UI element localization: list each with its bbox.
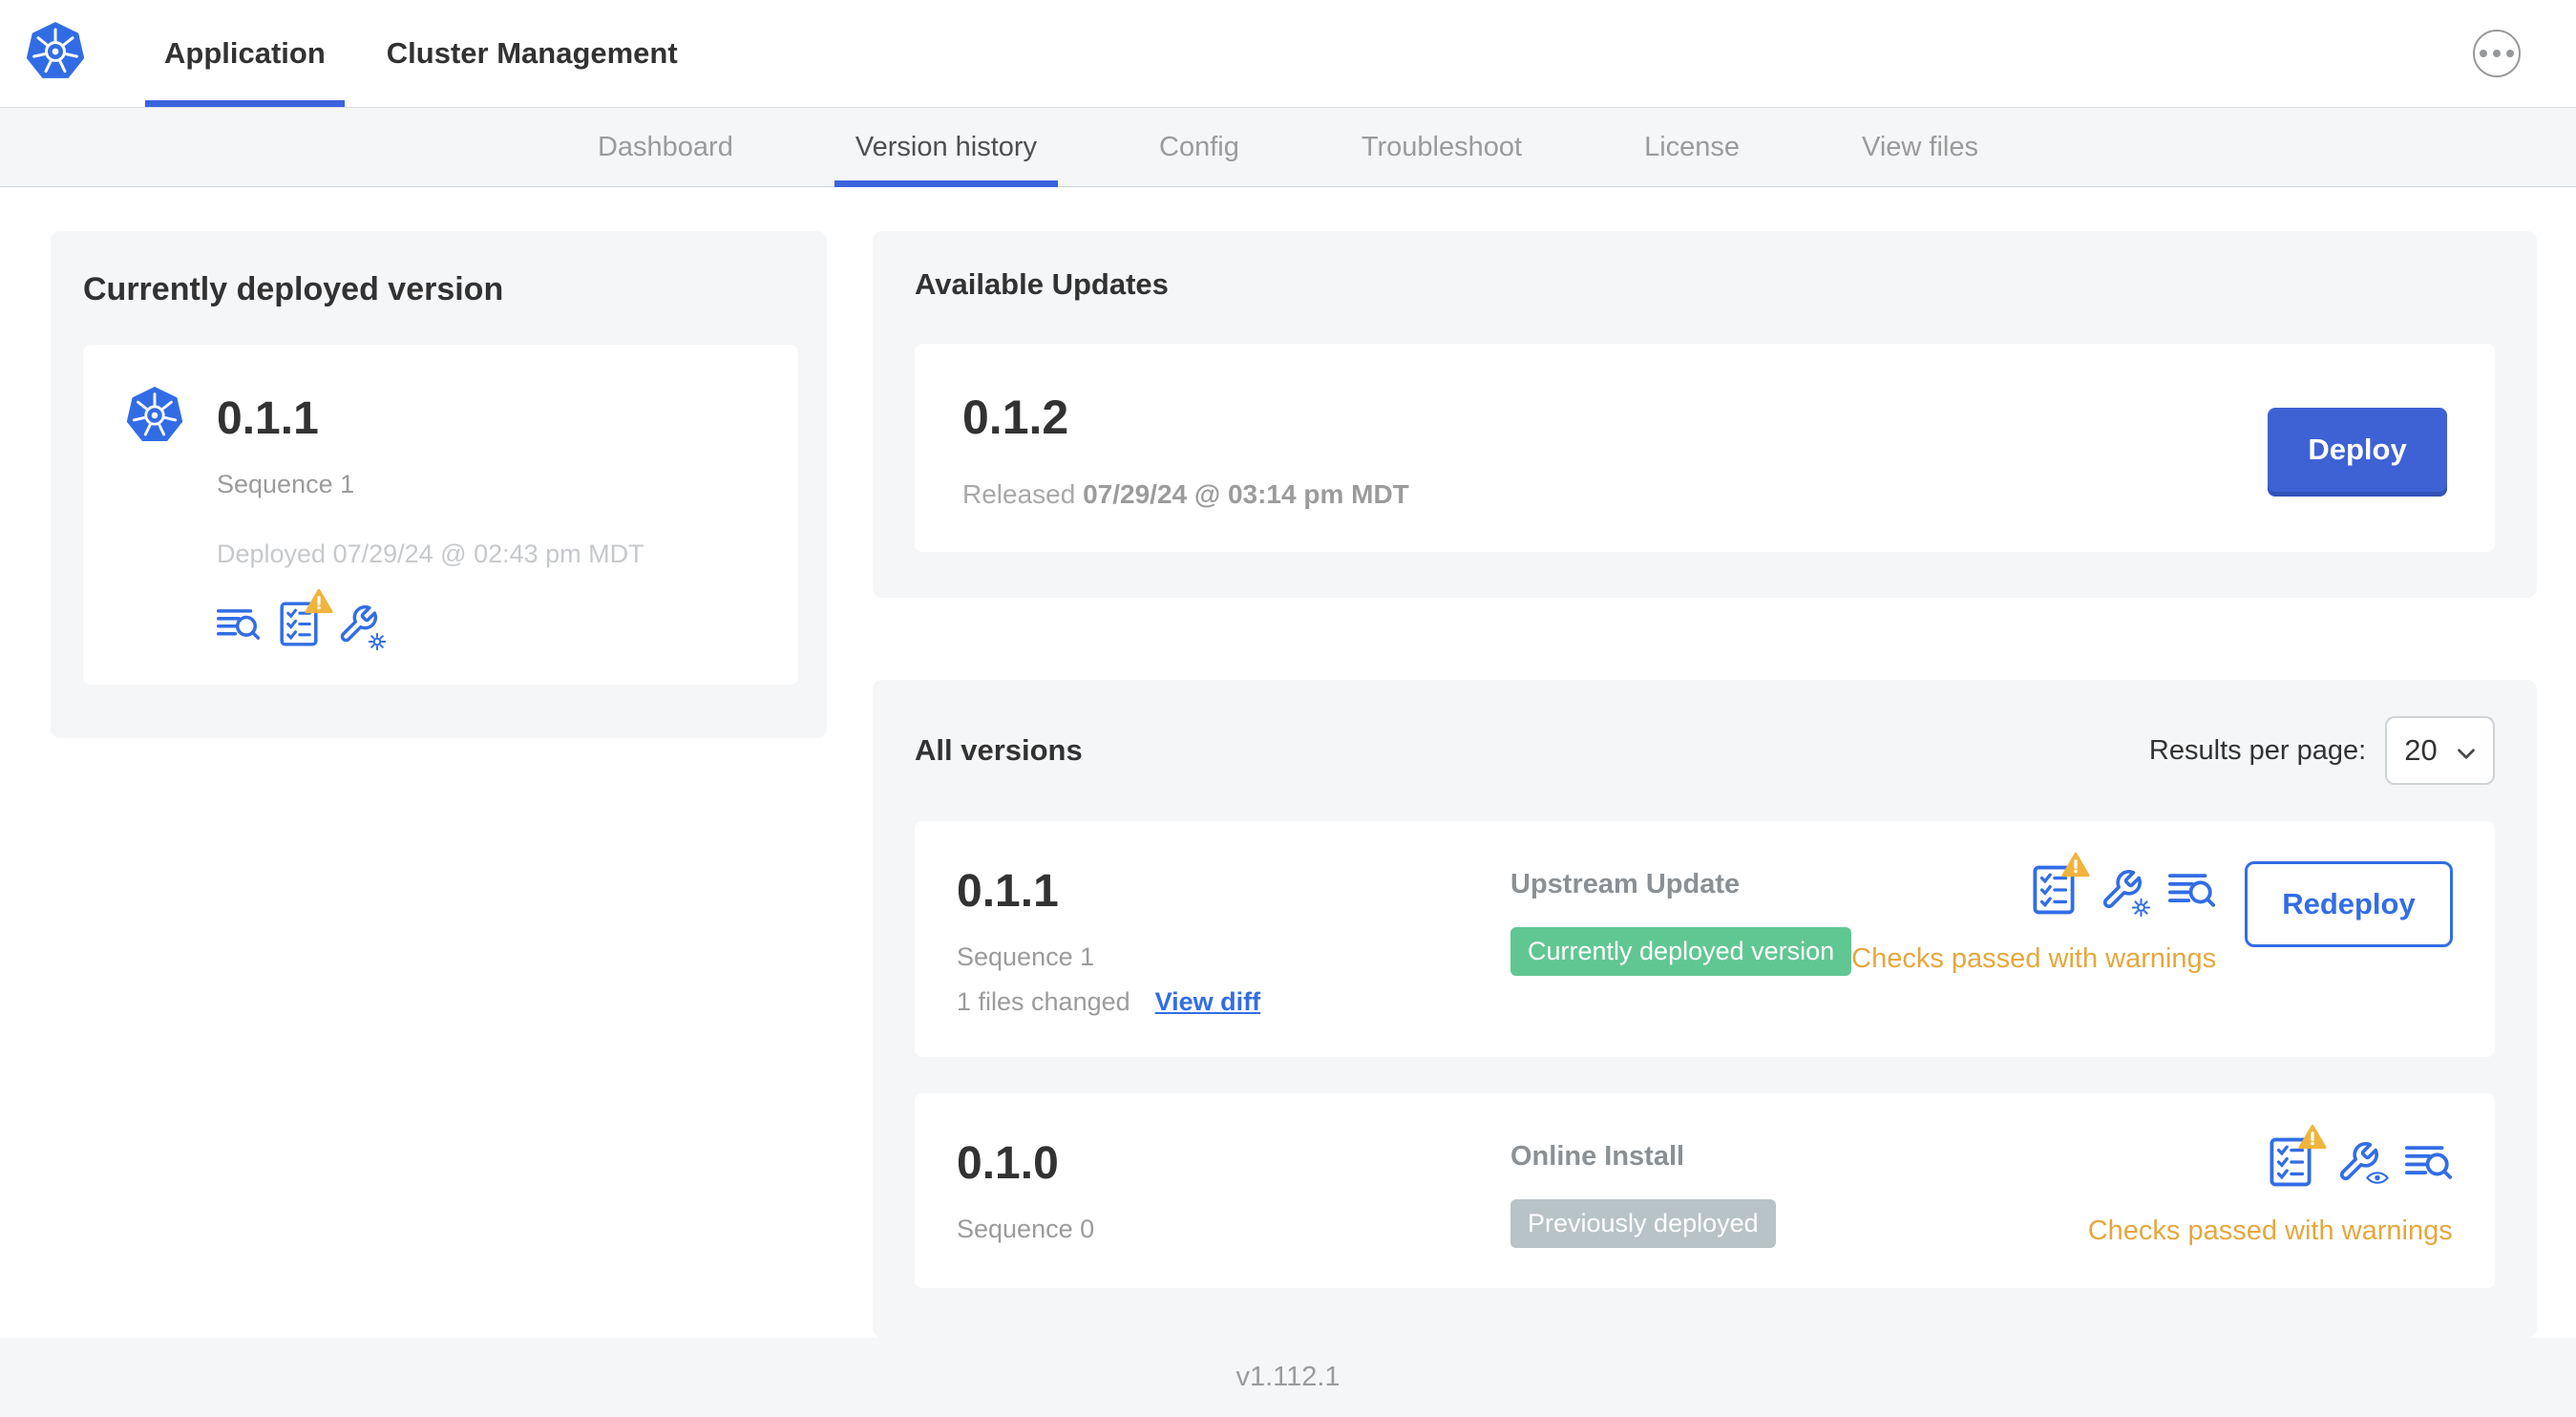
row-icons (2270, 1124, 2453, 1187)
release-notes-icon[interactable] (217, 606, 261, 643)
update-version: 0.1.2 (962, 391, 1069, 444)
row-source: Upstream Update (1510, 869, 1741, 899)
available-updates-title: Available Updates (915, 267, 1169, 301)
wrench-gear-icon[interactable] (2100, 868, 2151, 918)
tab-dashboard-label: Dashboard (597, 131, 733, 162)
top-header: Application Cluster Management (0, 0, 2576, 108)
view-diff-link[interactable]: View diff (1155, 987, 1261, 1017)
results-per-page: Results per page: 20 (2149, 716, 2495, 785)
row-sequence: Sequence 1 (957, 942, 1095, 971)
files-changed-label: 1 files changed (957, 987, 1130, 1016)
deployed-version: 0.1.1 (217, 393, 319, 444)
ellipsis-dot (2506, 50, 2514, 57)
version-row-left: 0.1.0 Sequence 0 (957, 1137, 1510, 1244)
warning-triangle-icon (2298, 1124, 2327, 1150)
preflight-checklist-icon[interactable] (2270, 1124, 2327, 1187)
version-row-middle: Upstream Update Currently deployed versi… (1510, 865, 1852, 976)
update-released: Released 07/29/24 @ 03:14 pm MDT (962, 479, 1409, 510)
released-timestamp: 07/29/24 @ 03:14 pm MDT (1083, 479, 1409, 509)
chevron-down-icon (2457, 733, 2476, 768)
console-version: v1.112.1 (1235, 1362, 1341, 1392)
currently-deployed-panel: Currently deployed version 0.1.1 Sequenc… (51, 231, 827, 738)
available-update-card: 0.1.2 Released 07/29/24 @ 03:14 pm MDT D… (915, 344, 2495, 552)
tab-config-label: Config (1159, 131, 1239, 162)
available-updates-panel: Available Updates 0.1.2 Released 07/29/2… (873, 231, 2537, 598)
status-badge: Previously deployed (1510, 1199, 1776, 1248)
row-source: Online Install (1510, 1141, 1685, 1172)
tab-view-files-label: View files (1862, 131, 1979, 162)
release-notes-icon[interactable] (2404, 1143, 2453, 1182)
results-per-page-label: Results per page: (2148, 734, 2367, 766)
tab-dashboard[interactable]: Dashboard (598, 108, 733, 186)
deployed-sequence: Sequence 1 (217, 470, 355, 498)
tab-application-label: Application (164, 36, 326, 70)
wrench-gear-icon[interactable] (337, 603, 387, 650)
version-row: 0.1.0 Sequence 0 Online Install Previous… (915, 1093, 2495, 1288)
tab-troubleshoot-label: Troubleshoot (1361, 131, 1523, 162)
version-row-left: 0.1.1 Sequence 1 1 files changed View di… (957, 865, 1510, 1017)
results-per-page-value: 20 (2404, 733, 2438, 767)
header-tabs: Application Cluster Management (134, 0, 708, 107)
deployed-timestamp: Deployed 07/29/24 @ 02:43 pm MDT (217, 539, 644, 568)
tab-version-history-label: Version history (855, 131, 1038, 162)
version-row-middle: Online Install Previously deployed (1510, 1137, 2088, 1248)
main-content: Currently deployed version 0.1.1 Sequenc… (0, 187, 2576, 1338)
tab-config[interactable]: Config (1159, 108, 1239, 186)
currently-deployed-title: Currently deployed version (83, 271, 504, 307)
tab-version-history[interactable]: Version history (834, 108, 1059, 187)
tab-license[interactable]: License (1644, 108, 1740, 186)
row-version: 0.1.0 (957, 1138, 1059, 1189)
ellipsis-dot (2493, 50, 2501, 57)
tab-cluster-management-label: Cluster Management (386, 36, 678, 70)
kubernetes-logo (125, 387, 184, 449)
right-column: Available Updates 0.1.2 Released 07/29/2… (873, 231, 2537, 1338)
version-row-right: Checks passed with warnings (2087, 1124, 2453, 1247)
update-info: 0.1.2 Released 07/29/24 @ 03:14 pm MDT (962, 390, 1409, 510)
results-per-page-select[interactable]: 20 (2385, 716, 2495, 785)
ellipsis-dot (2480, 50, 2487, 57)
gear-icon (2131, 898, 2151, 918)
status-badge: Currently deployed version (1510, 927, 1852, 976)
tab-cluster-management[interactable]: Cluster Management (356, 0, 708, 107)
currently-deployed-card: 0.1.1 Sequence 1 Deployed 07/29/24 @ 02:… (83, 345, 798, 685)
ellipsis-icon[interactable] (2473, 30, 2521, 77)
preflight-status: Checks passed with warnings (1851, 943, 2217, 974)
deployed-icons (217, 588, 644, 650)
version-row: 0.1.1 Sequence 1 1 files changed View di… (915, 821, 2495, 1057)
row-icons (2033, 852, 2216, 918)
wrench-eye-icon[interactable] (2336, 1140, 2389, 1184)
preflight-status: Checks passed with warnings (2087, 1216, 2453, 1246)
warning-triangle-icon (305, 588, 333, 614)
released-label: Released (962, 479, 1076, 509)
all-versions-title: All versions (915, 733, 1083, 767)
row-version: 0.1.1 (957, 866, 1059, 917)
row-sequence: Sequence 0 (957, 1215, 1095, 1243)
app-subnav: Dashboard Version history Config Trouble… (0, 108, 2576, 187)
version-row-right: Checks passed with warnings Redeploy (1851, 852, 2453, 975)
row-files: 1 files changed View diff (957, 987, 1510, 1017)
preflight-checklist-icon[interactable] (2033, 852, 2090, 915)
tab-view-files[interactable]: View files (1862, 108, 1978, 186)
row-icons-column: Checks passed with warnings (1851, 852, 2217, 975)
all-versions-header: All versions Results per page: 20 (915, 716, 2495, 785)
page-footer: v1.112.1 (0, 1338, 2576, 1417)
kubernetes-logo (25, 21, 86, 86)
gear-icon (368, 632, 387, 651)
release-notes-icon[interactable] (2168, 871, 2216, 910)
deploy-button[interactable]: Deploy (2268, 408, 2447, 492)
warning-triangle-icon (2061, 852, 2090, 878)
tab-troubleshoot[interactable]: Troubleshoot (1362, 108, 1522, 186)
tab-application[interactable]: Application (134, 0, 356, 107)
eye-icon (2365, 1170, 2390, 1186)
deployed-info: 0.1.1 Sequence 1 Deployed 07/29/24 @ 02:… (217, 387, 644, 650)
row-icons-column: Checks passed with warnings (2087, 1124, 2453, 1247)
redeploy-button[interactable]: Redeploy (2245, 861, 2453, 947)
header-spacer (708, 0, 2473, 107)
all-versions-panel: All versions Results per page: 20 0.1.1 … (873, 680, 2537, 1338)
preflight-checklist-icon[interactable] (280, 588, 333, 646)
tab-license-label: License (1644, 131, 1741, 162)
